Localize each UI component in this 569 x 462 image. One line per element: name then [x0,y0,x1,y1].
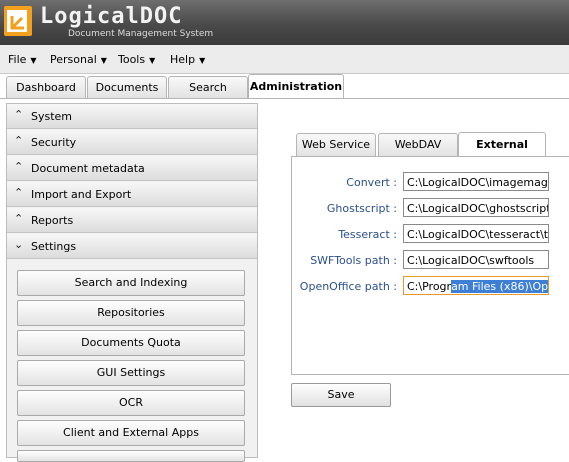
accordion-label: Reports [31,214,74,227]
accordion-label: System [31,110,73,123]
accordion-label: Settings [31,240,77,253]
menu-bar: File ▼ Personal ▼ Tools ▼ Help ▼ [0,45,569,74]
gui-settings-button[interactable]: GUI Settings [17,360,245,386]
save-button[interactable]: Save [291,383,391,407]
tab-divider [0,98,569,99]
accordion-document-metadata[interactable]: ⌃ Document metadata [7,156,257,181]
menu-help-label: Help [170,53,196,66]
caret-down-icon: ▼ [100,56,107,65]
app-logo-text: LogicalDOC [40,4,182,29]
convert-field[interactable]: C:\LogicalDOC\imagemagick\c [403,172,549,191]
tesseract-label: Tesseract : [338,228,397,241]
app-header: LogicalDOC Document Management System [0,0,569,45]
ocr-button[interactable]: OCR [17,390,245,416]
chevron-down-icon: ⌄ [14,238,24,251]
admin-sidebar: ⌃ System ⌃ Security ⌃ Document metadata ⌃ Im… [6,103,258,462]
accordion-label: Security [31,136,77,149]
tesseract-field[interactable]: C:\LogicalDOC\tesseract\tess [403,224,549,243]
menu-file-label: File [8,53,27,66]
menu-help[interactable]: Help ▼ [170,53,205,66]
chevron-up-icon: ⌃ [14,108,24,121]
caret-down-icon: ▼ [199,56,206,65]
accordion-reports[interactable]: ⌃ Reports [7,208,257,233]
chevron-up-icon: ⌃ [14,160,24,173]
accordion-system[interactable]: ⌃ System [7,104,257,129]
menu-personal-label: Personal [50,53,97,66]
app-name-part2: DOC [139,4,183,29]
client-external-apps-button[interactable]: Client and External Apps [17,420,245,446]
app-name-part1: Logical [40,4,140,29]
chevron-up-icon: ⌃ [14,186,24,199]
openoffice-field[interactable]: C:\Program Files (x86)\OpenO [403,276,549,295]
openoffice-selected-text: am Files (x86)\OpenO [451,280,548,293]
next-settings-button[interactable] [17,450,245,462]
menu-file[interactable]: File ▼ [8,53,37,66]
tab-webdav[interactable]: WebDAV [378,133,458,156]
chevron-up-icon: ⌃ [14,134,24,147]
swftools-field[interactable]: C:\LogicalDOC\swftools [403,250,549,269]
ghostscript-label: Ghostscript : [326,202,397,215]
main-tab-bar: Dashboard Documents Search Administratio… [0,74,569,99]
tab-dashboard[interactable]: Dashboard [6,76,86,98]
openoffice-label: OpenOffice path : [299,280,397,293]
tab-web-service[interactable]: Web Service [296,133,376,156]
accordion-security[interactable]: ⌃ Security [7,130,257,155]
tab-external-apps[interactable]: External Apps [458,132,546,175]
logo-icon [4,6,32,36]
caret-down-icon: ▼ [30,56,37,65]
documents-quota-button[interactable]: Documents Quota [17,330,245,356]
openoffice-value: C:\Progr [407,280,452,293]
accordion-label: Document metadata [31,162,145,175]
accordion-settings[interactable]: ⌄ Settings [7,234,257,259]
search-and-indexing-button[interactable]: Search and Indexing [17,270,245,296]
repositories-button[interactable]: Repositories [17,300,245,326]
tab-documents[interactable]: Documents [87,76,167,98]
convert-label: Convert : [346,176,397,189]
tab-search[interactable]: Search [168,76,248,98]
menu-tools-label: Tools [118,53,146,66]
menu-tools[interactable]: Tools ▼ [118,53,155,66]
accordion-label: Import and Export [31,188,132,201]
app-subtitle: Document Management System [68,29,214,39]
accordion-import-export[interactable]: ⌃ Import and Export [7,182,257,207]
tab-administration[interactable]: Administration [248,74,344,99]
swftools-label: SWFTools path : [310,254,397,267]
menu-personal[interactable]: Personal ▼ [50,53,107,66]
chevron-up-icon: ⌃ [14,212,24,225]
ghostscript-field[interactable]: C:\LogicalDOC\ghostscript\bir [403,198,549,217]
caret-down-icon: ▼ [149,56,156,65]
